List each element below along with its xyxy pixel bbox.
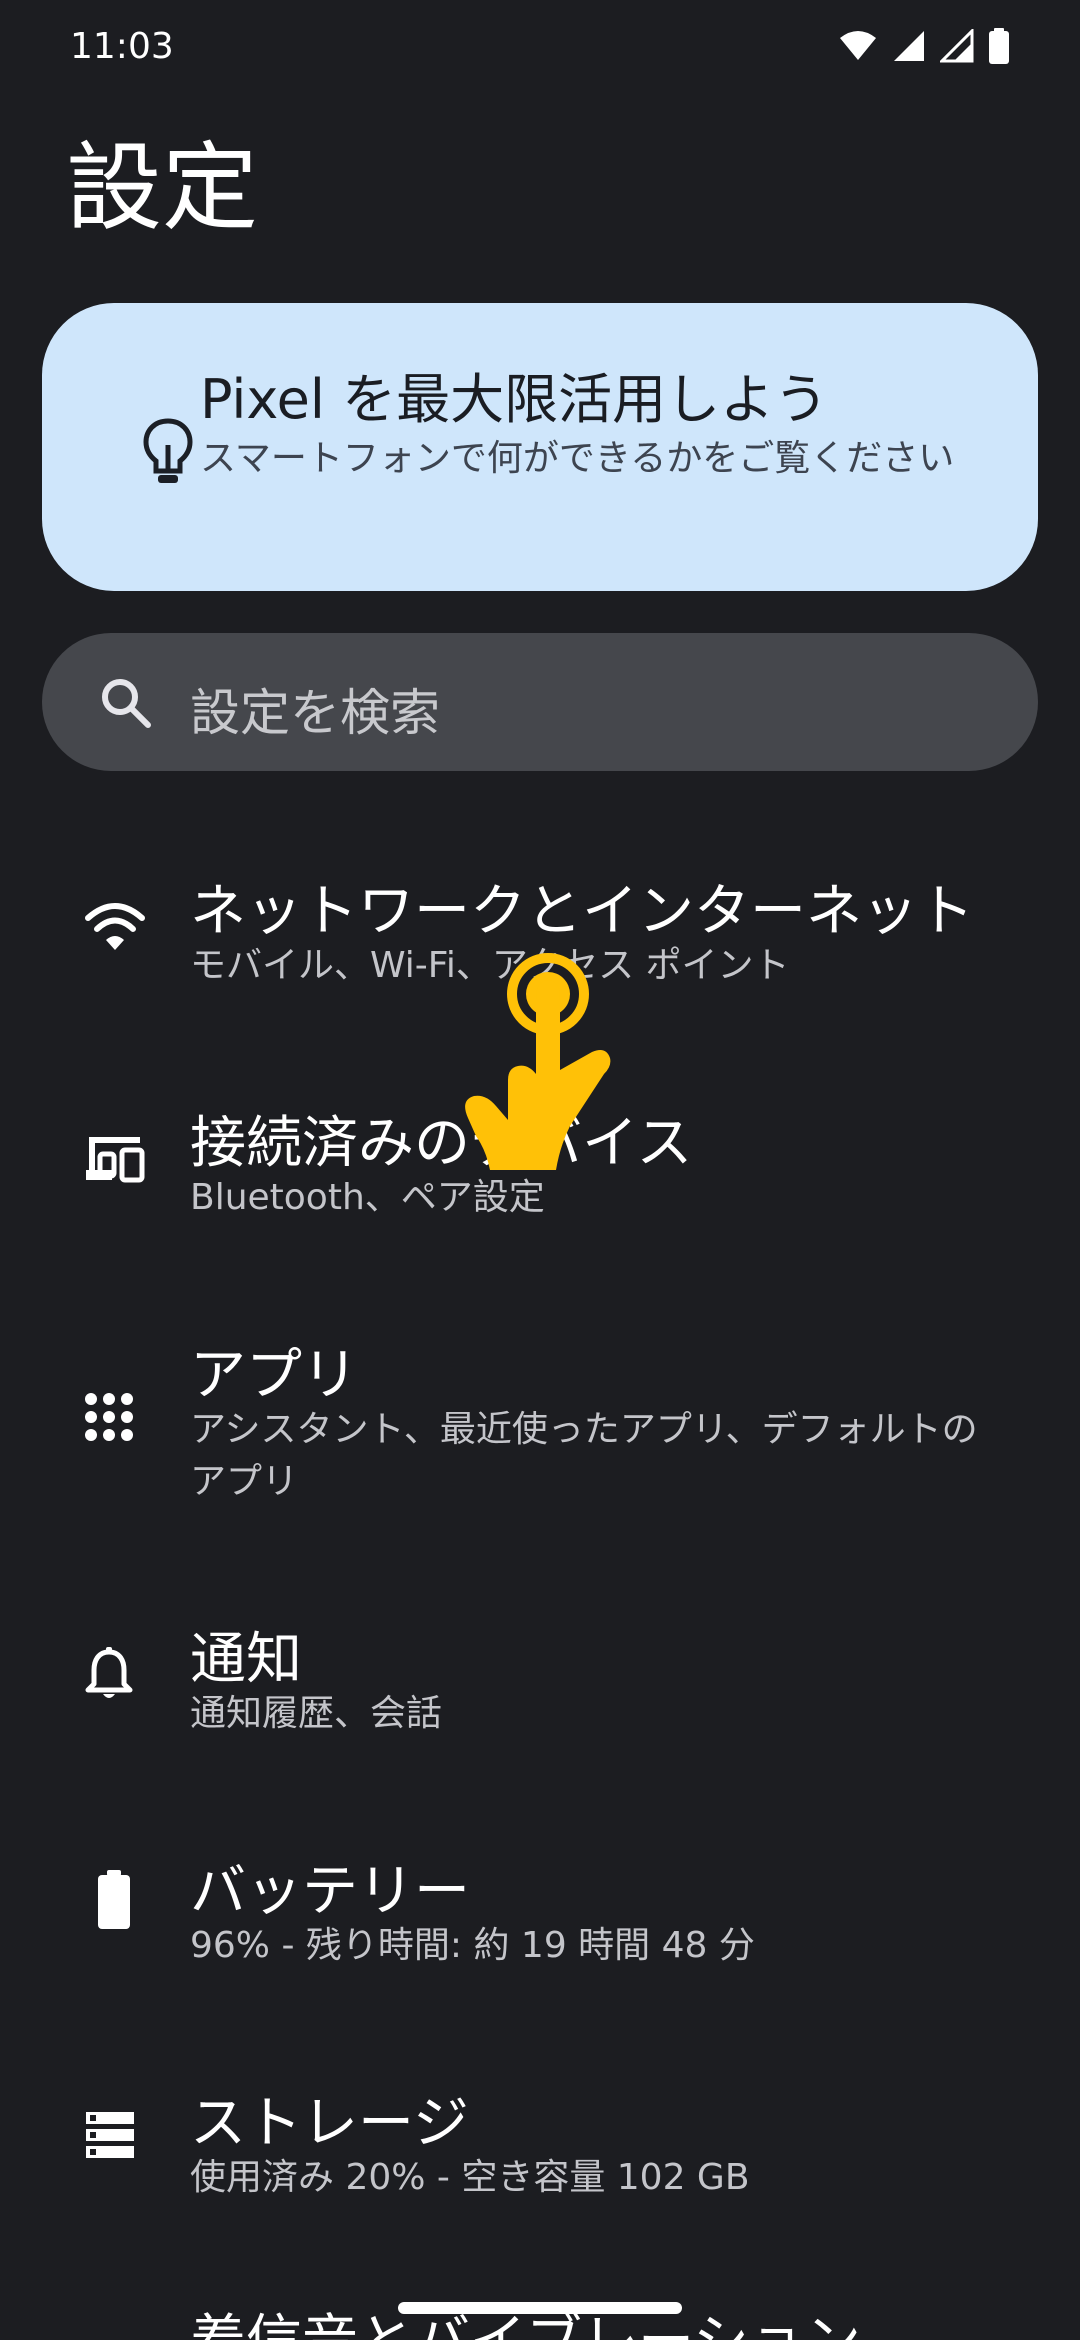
settings-item-subtitle: 通知履歴、会話 xyxy=(190,1693,443,1734)
devices-icon xyxy=(84,1134,146,1188)
signal-icon xyxy=(892,29,926,63)
apps-grid-icon xyxy=(84,1392,134,1446)
settings-item-title: ストレージ xyxy=(190,2091,469,2156)
settings-item-network[interactable]: ネットワークとインターネット モバイル、Wi-Fi、アクセス ポイント xyxy=(0,860,1080,1040)
search-bar[interactable]: 設定を検索 xyxy=(42,633,1038,771)
settings-item-title: 接続済みのデバイス xyxy=(190,1111,693,1176)
status-icons xyxy=(838,28,1010,64)
settings-item-title: アプリ xyxy=(190,1343,358,1408)
battery-icon xyxy=(96,1870,132,1934)
wifi-icon xyxy=(84,902,146,956)
battery-icon xyxy=(988,28,1010,64)
settings-item-apps[interactable]: アプリ アシスタント、最近使ったアプリ、デフォルトのアプリ xyxy=(0,1324,1080,1534)
settings-item-battery[interactable]: バッテリー 96% - 残り時間: 約 19 時間 48 分 xyxy=(0,1840,1080,2020)
wifi-icon xyxy=(838,30,878,62)
settings-item-subtitle: 96% - 残り時間: 約 19 時間 48 分 xyxy=(190,1925,755,1966)
settings-item-subtitle: アシスタント、最近使ったアプリ、デフォルトのアプリ xyxy=(190,1409,978,1502)
settings-item-title: バッテリー xyxy=(190,1859,470,1924)
settings-item-storage[interactable]: ストレージ 使用済み 20% - 空き容量 102 GB xyxy=(0,2072,1080,2252)
search-icon xyxy=(98,675,154,735)
settings-item-subtitle: モバイル、Wi-Fi、アクセス ポイント xyxy=(190,945,790,986)
search-placeholder: 設定を検索 xyxy=(190,684,440,742)
lightbulb-icon xyxy=(138,415,198,491)
settings-item-notifications[interactable]: 通知 通知履歴、会話 xyxy=(0,1608,1080,1788)
suggestion-title: Pixel を最大限活用しよう xyxy=(200,368,829,431)
settings-item-title: ネットワークとインターネット xyxy=(190,879,974,944)
page-title: 設定 xyxy=(66,132,258,244)
settings-item-title: 通知 xyxy=(190,1627,302,1692)
settings-item-subtitle: 使用済み 20% - 空き容量 102 GB xyxy=(190,2157,750,2198)
suggestion-subtitle: スマートフォンで何ができるかをご覧ください xyxy=(200,438,955,479)
suggestion-card[interactable]: Pixel を最大限活用しよう スマートフォンで何ができるかをご覧ください xyxy=(42,303,1038,591)
settings-item-connected-devices[interactable]: 接続済みのデバイス Bluetooth、ペア設定 xyxy=(0,1092,1080,1272)
signal-empty-icon xyxy=(940,29,974,63)
bell-icon xyxy=(84,1646,134,1706)
status-time: 11:03 xyxy=(70,26,174,67)
home-bar-handle[interactable] xyxy=(398,2302,682,2314)
status-bar: 11:03 xyxy=(0,0,1080,100)
settings-item-subtitle: Bluetooth、ペア設定 xyxy=(190,1177,545,1218)
storage-icon xyxy=(84,2110,136,2164)
